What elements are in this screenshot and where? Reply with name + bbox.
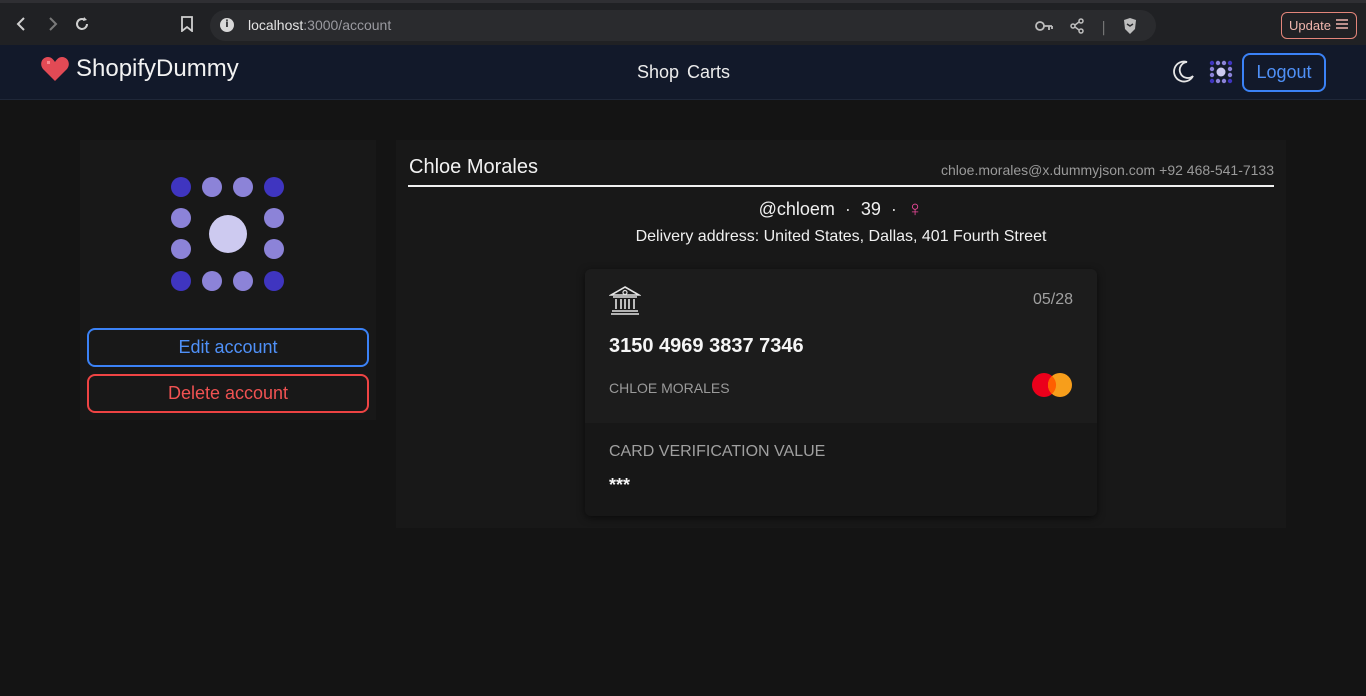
bookmark-icon[interactable] [176,13,198,35]
user-age: 39 [860,198,881,219]
update-button[interactable]: Update [1281,12,1357,39]
delivery-address: Delivery address: United States, Dallas,… [635,228,1047,245]
nav-shop[interactable]: Shop [637,62,679,83]
moon-icon[interactable] [1170,59,1196,85]
back-icon[interactable] [11,13,33,35]
cvv-label: CARD VERIFICATION VALUE [609,443,826,460]
meta-separator: · [890,198,897,219]
profile-sidebar: Edit account Delete account [80,140,376,420]
address-bar[interactable]: i localhost:3000/account | [210,10,1156,41]
app-navbar: ShopifyDummy Shop Carts Logout [0,45,1366,100]
user-avatar [171,177,284,291]
contact-info: chloe.morales@x.dummyjson.com +92 468-54… [941,162,1274,178]
reload-icon[interactable] [71,13,93,35]
user-email: chloe.morales@x.dummyjson.com [941,162,1156,178]
card-number: 3150 4969 3837 7346 [609,335,804,357]
heart-logo-icon [41,57,69,81]
username: @chloem [758,198,835,219]
card-front: 05/28 3150 4969 3837 7346 CHLOE MORALES [585,269,1097,423]
card-holder: CHLOE MORALES [609,380,730,396]
logout-button[interactable]: Logout [1242,53,1326,92]
toolbar-divider: | [1101,20,1106,36]
menu-icon [1335,18,1349,33]
user-name: Chloe Morales [409,156,538,178]
edit-account-button[interactable]: Edit account [87,328,369,367]
url-text[interactable]: localhost:3000/account [248,17,391,33]
nav-carts[interactable]: Carts [687,62,730,83]
header-divider [408,185,1274,187]
site-info-icon[interactable]: i [220,18,234,32]
cvv-value: *** [609,475,631,495]
user-meta: @chloem · 39 · ♀ [396,196,1286,222]
card-back: CARD VERIFICATION VALUE *** [585,423,1097,516]
delete-account-button[interactable]: Delete account [87,374,369,413]
bank-icon [609,286,641,315]
profile-details: Chloe Morales chloe.morales@x.dummyjson.… [396,140,1286,528]
user-phone: +92 468-541-7133 [1159,162,1274,178]
card-expiry: 05/28 [1032,291,1073,308]
brand-link[interactable]: ShopifyDummy [40,55,239,83]
female-icon: ♀ [906,196,924,221]
brand-name: ShopifyDummy [76,55,239,82]
forward-icon[interactable] [41,13,63,35]
main-nav: Shop Carts [637,62,730,83]
url-actions: | [1035,17,1138,39]
payment-card: 05/28 3150 4969 3837 7346 CHLOE MORALES … [585,269,1097,516]
meta-separator: · [844,198,851,219]
key-icon[interactable] [1035,20,1054,36]
avatar-menu-icon[interactable] [1208,59,1234,85]
brave-shield-icon[interactable] [1122,17,1138,39]
browser-toolbar: i localhost:3000/account | Update [0,0,1366,45]
mastercard-icon [1032,373,1072,397]
share-icon[interactable] [1069,18,1085,38]
